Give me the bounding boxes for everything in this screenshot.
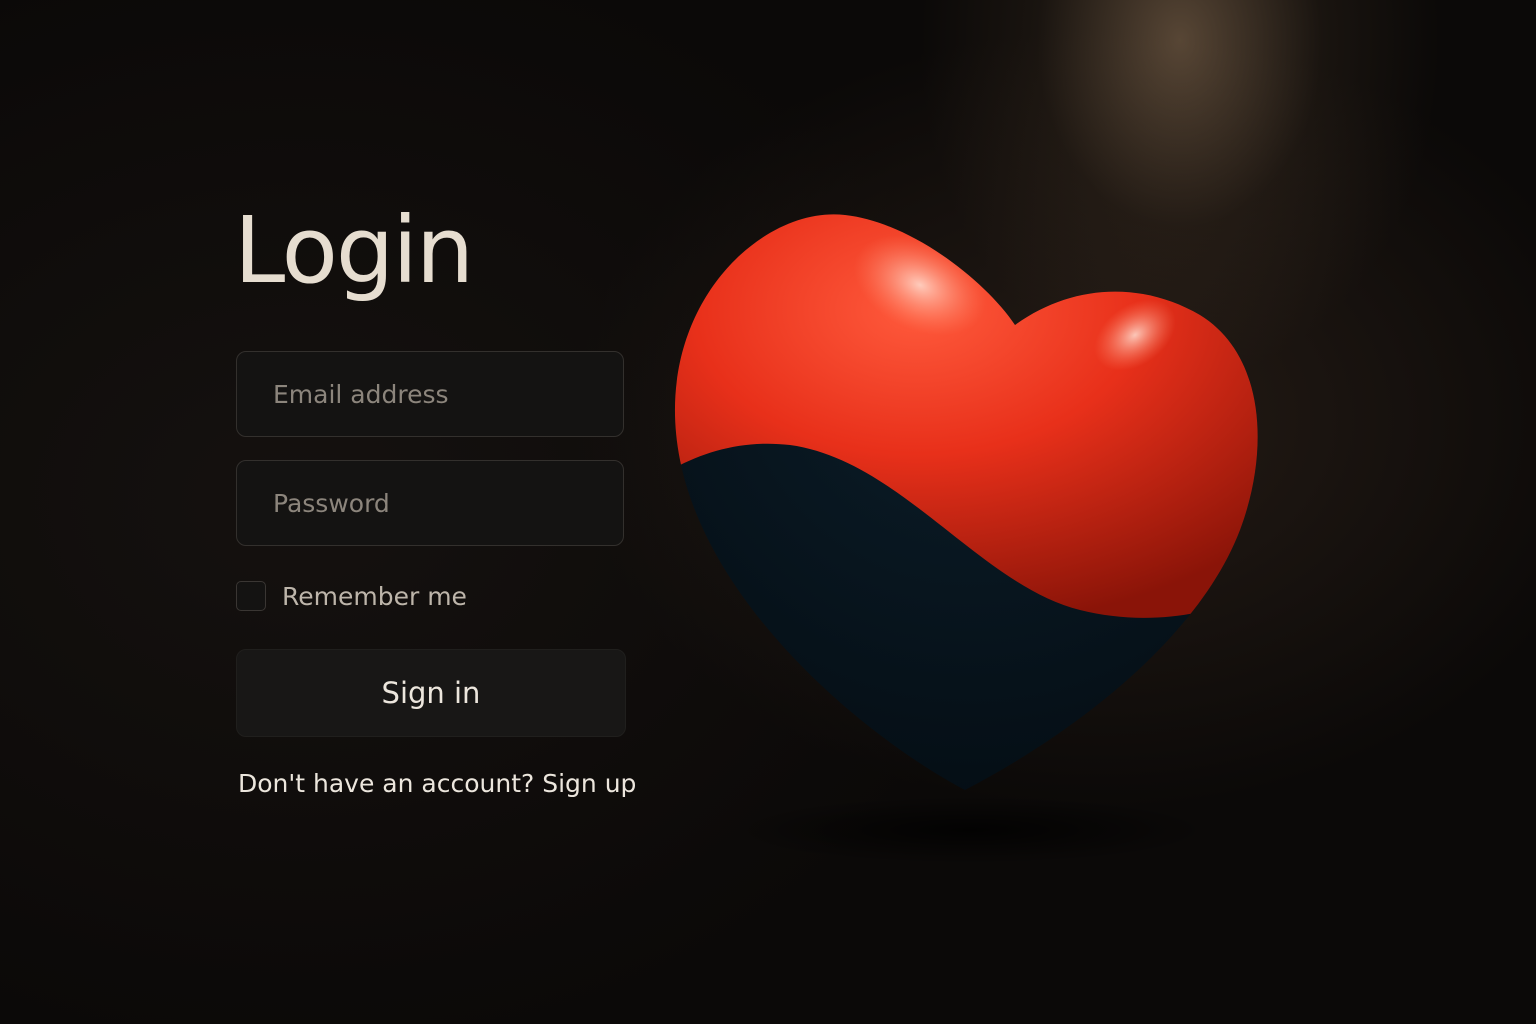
password-input[interactable] <box>236 460 624 546</box>
email-input[interactable] <box>236 351 624 437</box>
remember-me-label: Remember me <box>282 581 467 611</box>
heart-illustration <box>640 190 1300 890</box>
heart-icon <box>674 214 1258 864</box>
login-page: Login Remember me Sign in Don't have an … <box>0 0 1536 1024</box>
signup-prompt: Don't have an account? Sign up <box>238 769 636 798</box>
signup-prompt-text: Don't have an account? <box>238 769 535 798</box>
remember-me-checkbox[interactable] <box>236 581 266 611</box>
remember-me-option[interactable]: Remember me <box>236 580 467 612</box>
sign-up-link[interactable]: Sign up <box>542 769 636 798</box>
sign-in-button[interactable]: Sign in <box>236 649 626 737</box>
page-title: Login <box>234 197 474 304</box>
